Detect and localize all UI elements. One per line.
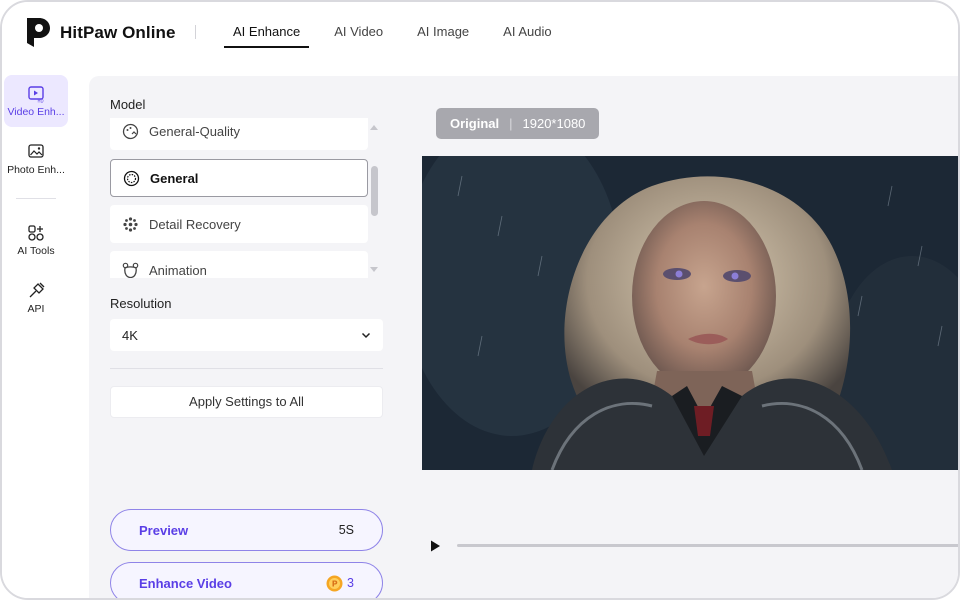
model-list-scrollbar[interactable]: [371, 166, 378, 216]
credit-coin-icon: P: [326, 575, 343, 591]
sidebar-item-label: Video Enh...: [7, 105, 65, 118]
ai-tools-icon: [28, 224, 44, 241]
sidebar-item-photo-enhance[interactable]: Photo Enh...: [4, 133, 68, 185]
top-header: HitPaw Online AI Enhance AI Video AI Ima…: [2, 2, 958, 66]
chevron-down-icon: [361, 332, 371, 338]
left-sidebar: HD Video Enh... Photo Enh... AI Tools AP…: [2, 74, 72, 598]
model-item-label: General: [150, 170, 199, 186]
sidebar-item-label: AI Tools: [17, 244, 55, 257]
enhance-video-label: Enhance Video: [139, 575, 232, 591]
quality-palette-icon: [122, 123, 139, 139]
tab-ai-enhance[interactable]: AI Enhance: [216, 2, 317, 66]
detail-dots-icon: [123, 216, 138, 232]
settings-panel: Model General-Quality General Detail Rec…: [89, 76, 404, 598]
preview-area: Original | 1920*1080: [404, 76, 958, 598]
model-item-general[interactable]: General: [110, 159, 368, 197]
playback-progress-bar[interactable]: [457, 544, 958, 547]
model-item-label: Animation: [149, 262, 207, 278]
video-preview-image: [422, 156, 958, 470]
sidebar-item-api[interactable]: API: [4, 272, 68, 324]
model-item-label: Detail Recovery: [149, 216, 241, 232]
general-target-icon: [123, 170, 140, 186]
credit-cost: P 3: [326, 575, 354, 592]
model-item-general-quality[interactable]: General-Quality: [110, 118, 368, 150]
tab-ai-video[interactable]: AI Video: [317, 2, 400, 66]
tab-ai-image[interactable]: AI Image: [400, 2, 486, 66]
svg-text:HD: HD: [38, 98, 44, 103]
preview-button[interactable]: Preview 5S: [110, 509, 383, 551]
app-window: HitPaw Online AI Enhance AI Video AI Ima…: [0, 0, 960, 600]
badge-resolution: 1920*1080: [522, 116, 586, 131]
tab-ai-audio[interactable]: AI Audio: [486, 2, 568, 66]
play-icon[interactable]: [428, 539, 442, 553]
sidebar-divider: [16, 198, 56, 199]
badge-separator: |: [509, 116, 513, 131]
preview-duration: 5S: [338, 523, 354, 537]
scroll-up-arrow-icon[interactable]: [369, 123, 379, 131]
resolution-value: 4K: [122, 327, 138, 343]
original-resolution-badge: Original | 1920*1080: [436, 108, 600, 139]
settings-divider: [110, 368, 383, 369]
sidebar-item-label: API: [27, 302, 45, 315]
main-nav: AI Enhance AI Video AI Image AI Audio: [216, 2, 569, 66]
model-list: General-Quality General Detail Recovery: [110, 118, 368, 278]
api-plug-icon: [29, 282, 45, 297]
hitpaw-logo-icon: [27, 18, 50, 47]
sidebar-item-video-enhance[interactable]: HD Video Enh...: [4, 75, 68, 127]
preview-button-label: Preview: [139, 522, 189, 538]
sidebar-item-label: Photo Enh...: [7, 163, 65, 176]
video-hd-icon: HD: [28, 85, 44, 103]
video-frame[interactable]: [422, 156, 958, 470]
brand-name: HitPaw Online: [60, 23, 176, 42]
model-item-detail-recovery[interactable]: Detail Recovery: [110, 205, 368, 243]
model-label: Model: [110, 97, 146, 112]
badge-title: Original: [450, 116, 500, 131]
animation-bear-icon: [122, 262, 139, 278]
enhance-video-button[interactable]: Enhance Video P 3: [110, 562, 383, 598]
model-item-label: General-Quality: [149, 123, 241, 139]
resolution-select[interactable]: 4K: [110, 319, 383, 351]
header-divider: [195, 25, 196, 39]
apply-settings-all-button[interactable]: Apply Settings to All: [110, 386, 383, 418]
brand-logo[interactable]: HitPaw Online: [24, 16, 176, 50]
model-item-animation[interactable]: Animation: [110, 251, 368, 278]
sidebar-item-ai-tools[interactable]: AI Tools: [4, 214, 68, 266]
scroll-down-arrow-icon[interactable]: [369, 266, 379, 274]
svg-text:P: P: [332, 579, 338, 588]
resolution-label: Resolution: [110, 296, 172, 311]
credit-count: 3: [347, 576, 354, 590]
photo-hd-icon: [28, 143, 44, 158]
